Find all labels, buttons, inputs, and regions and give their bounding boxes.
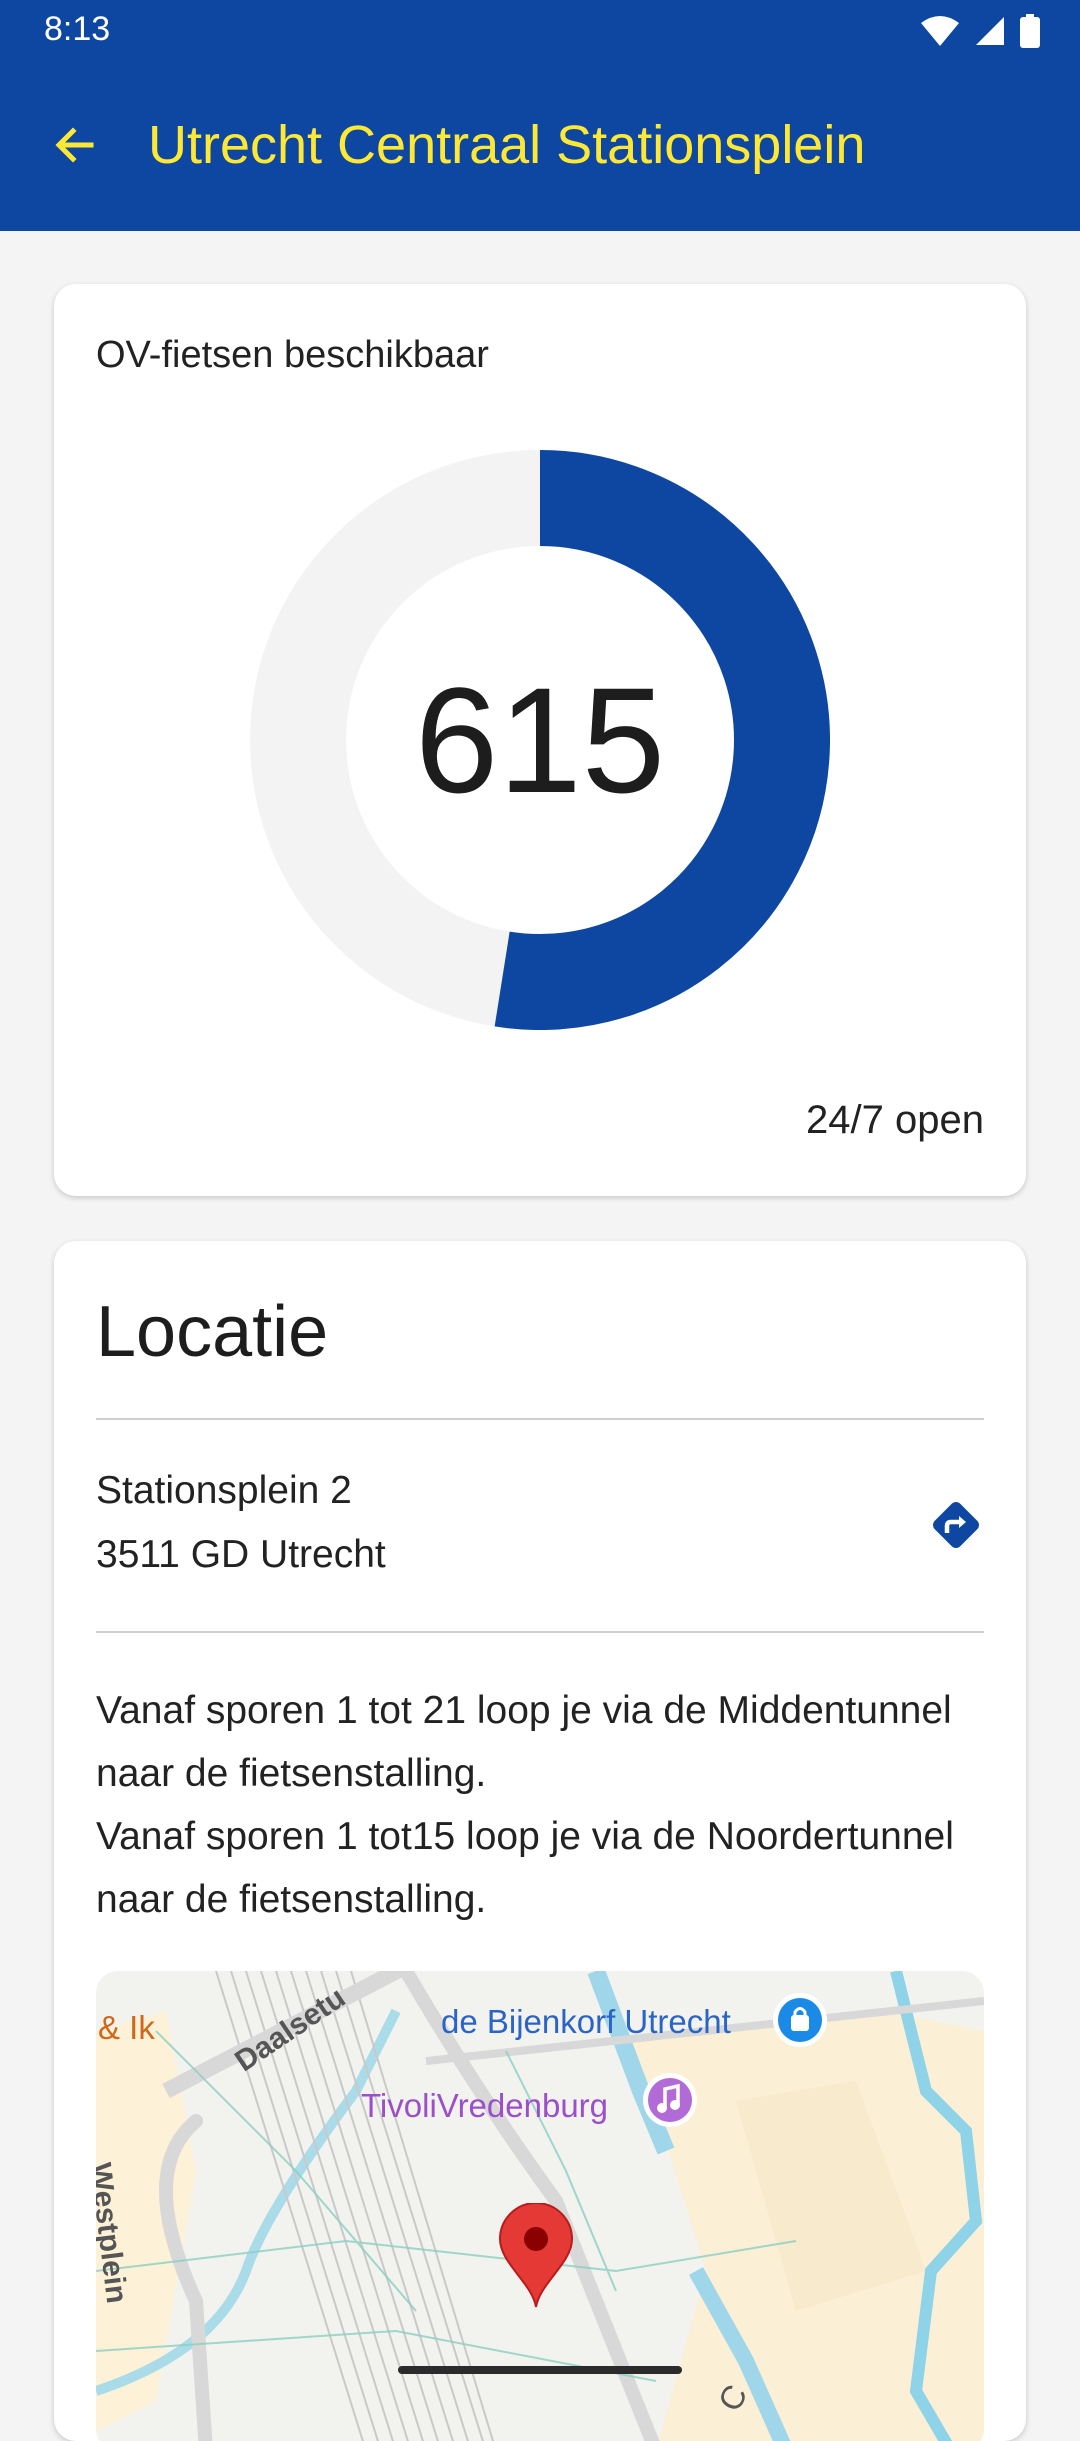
directions-text: Vanaf sporen 1 tot 21 loop je via de Mid… [96,1679,984,1931]
directions-paragraph: Vanaf sporen 1 tot15 loop je via de Noor… [96,1815,954,1921]
home-indicator [398,2366,682,2374]
address-street: Stationsplein 2 [96,1469,352,1512]
address-city: 3511 GD Utrecht [96,1533,386,1576]
back-button[interactable] [42,112,108,178]
map-label-shop: & Ik [98,2009,155,2046]
signal-icon [976,17,1004,45]
available-bike-count: 615 [414,655,666,824]
map-label-venue: TivoliVredenburg [361,2087,609,2124]
availability-label: OV-fietsen beschikbaar [96,334,489,376]
shopping-bag-icon [773,1993,827,2047]
battery-icon [1020,14,1040,48]
availability-card: OV-fietsen beschikbaar 615 24/7 open [54,284,1026,1196]
map-label-store: de Bijenkorf Utrecht [441,2003,731,2040]
page-title: Utrecht Centraal Stationsplein [148,115,866,175]
divider [96,1631,984,1633]
status-time: 8:13 [44,10,111,48]
directions-paragraph: Vanaf sporen 1 tot 21 loop je via de Mid… [96,1689,952,1795]
divider [96,1418,984,1420]
arrow-left-icon [55,127,94,163]
wifi-icon [921,16,959,46]
location-pin-icon [498,2203,574,2308]
status-bar: 8:13 [0,0,1080,60]
directions-icon [933,1502,979,1548]
directions-button[interactable] [928,1497,984,1553]
location-card: Locatie Stationsplein 2 3511 GD Utrecht … [54,1241,1026,2441]
app-bar: Utrecht Centraal Stationsplein [0,60,1080,231]
availability-donut: 615 [250,450,830,1030]
location-title: Locatie [96,1292,329,1372]
status-icons [920,14,1040,48]
music-note-icon [643,2073,697,2127]
opening-hours: 24/7 open [806,1098,984,1142]
